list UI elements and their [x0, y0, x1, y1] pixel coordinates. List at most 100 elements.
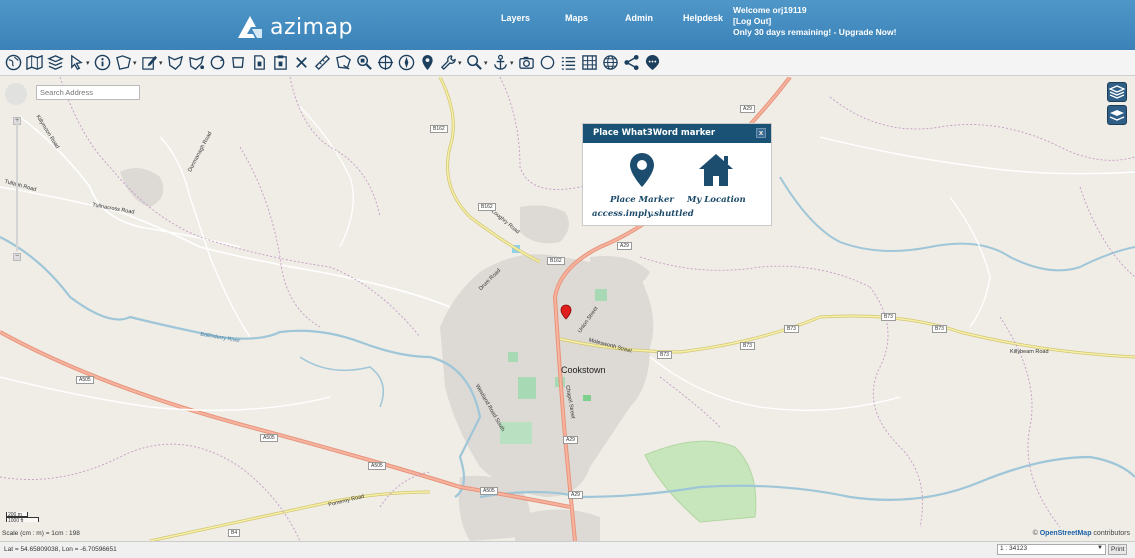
pointer-dropdown-icon[interactable]: ▾ [86, 59, 90, 67]
wrench-icon[interactable] [439, 54, 457, 72]
map-attribution: © OpenStreetMap contributors [1033, 530, 1130, 537]
road-shield: A29 [617, 242, 632, 250]
w3w-address: access.imply.shuttled [592, 209, 694, 219]
chevron-down-icon: ▼ [1097, 545, 1103, 551]
close-icon: x [758, 129, 764, 137]
road-shield: B162 [430, 125, 448, 133]
zoom-control: + − [5, 83, 27, 261]
nav-helpdesk[interactable]: Helpdesk [683, 13, 723, 23]
my-location-label: My Location [687, 195, 746, 205]
coordinates-readout: Lat = 54.65809038, Lon = -6.70596651 [4, 546, 117, 553]
nav-admin[interactable]: Admin [625, 13, 653, 23]
page-icon[interactable] [250, 54, 268, 72]
edit-dropdown-icon[interactable]: ▾ [159, 59, 163, 67]
select-dropdown-icon[interactable]: ▾ [133, 59, 137, 67]
nav-layers[interactable]: Layers [501, 13, 530, 23]
app-header: azimap Layers Maps Admin Helpdesk Welcom… [0, 0, 1135, 50]
scale-select[interactable]: 1 : 34123 ▼ [997, 544, 1106, 555]
attribution-prefix: © [1032, 530, 1038, 537]
my-location-button[interactable]: My Location [687, 152, 746, 205]
zoom-area-icon[interactable] [355, 54, 373, 72]
delete-icon[interactable] [292, 54, 310, 72]
share-icon[interactable] [622, 54, 640, 72]
road-shield: B73 [740, 342, 755, 350]
draw-polygon-icon[interactable] [166, 54, 184, 72]
road-shield: B73 [932, 325, 947, 333]
scale-select-value: 1 : 34123 [1000, 545, 1028, 552]
nav-maps[interactable]: Maps [565, 13, 588, 23]
layers-icon [1109, 85, 1125, 99]
attribution-suffix: contributors [1093, 530, 1130, 537]
crosshair-icon[interactable] [376, 54, 394, 72]
logo-text: azimap [270, 14, 354, 40]
place-marker-label: Place Marker [610, 195, 674, 205]
welcome-text: Welcome orj19119 [733, 5, 807, 15]
legend-list-icon[interactable] [559, 54, 577, 72]
magnify-dropdown-icon[interactable]: ▾ [484, 59, 488, 67]
draw-shape-icon[interactable] [187, 54, 205, 72]
openstreetmap-link[interactable]: OpenStreetMap [1040, 530, 1092, 537]
place-marker-button[interactable]: Place Marker [610, 152, 674, 205]
measure-icon[interactable] [313, 54, 331, 72]
home-icon [699, 154, 734, 186]
map-canvas[interactable]: Cookstown Killymoon Road Tullagh Road Tu… [0, 77, 1135, 541]
popup-header: Place What3Word marker x [583, 124, 771, 143]
zoom-slider[interactable] [16, 123, 18, 251]
select-polygon-icon[interactable] [114, 54, 132, 72]
web-icon[interactable] [601, 54, 619, 72]
compass-icon[interactable] [397, 54, 415, 72]
table-icon[interactable] [580, 54, 598, 72]
layers-stack-icon[interactable] [46, 54, 64, 72]
layer-buttons [1107, 82, 1127, 128]
shape-icon[interactable] [229, 54, 247, 72]
marker-icon[interactable] [418, 54, 436, 72]
logo-mark-icon [238, 16, 262, 38]
upgrade-link[interactable]: Only 30 days remaining! - Upgrade Now! [733, 27, 896, 38]
road-shield: A29 [568, 491, 583, 499]
popup-title: Place What3Word marker [593, 128, 716, 138]
road-shield: B162 [478, 203, 496, 211]
road-shield: A505 [480, 487, 498, 495]
road-shield: B73 [784, 325, 799, 333]
map-pin-icon [629, 153, 654, 187]
circle-icon[interactable] [538, 54, 556, 72]
w3w-popup: Place What3Word marker x Place Marker My… [582, 123, 772, 226]
road-shield: B73 [881, 313, 896, 321]
scale-bar-imperial: 1000 ft [6, 517, 39, 524]
rotate-icon[interactable] [208, 54, 226, 72]
zoom-out-button[interactable]: − [13, 253, 21, 261]
pointer-icon[interactable] [67, 54, 85, 72]
layers-toggle-button[interactable] [1107, 82, 1127, 102]
logout-link[interactable]: [Log Out] [733, 16, 896, 27]
popup-close-button[interactable]: x [756, 128, 766, 138]
search-address-input[interactable] [36, 85, 140, 100]
edit-icon[interactable] [140, 54, 158, 72]
road-shield: B4 [228, 529, 241, 537]
road-shield: A29 [563, 436, 578, 444]
status-bar: Lat = 54.65809038, Lon = -6.70596651 1 :… [0, 541, 1135, 558]
print-button[interactable]: Print [1108, 544, 1128, 555]
map-toolbar: ▾ ▾ ▾ ▾ ▾ ▾ [0, 50, 1135, 76]
base-map [0, 77, 1135, 541]
map-label-road: Killybeam Road [1010, 349, 1049, 355]
azimap-logo[interactable]: azimap [238, 14, 353, 40]
anchor-icon[interactable] [491, 54, 509, 72]
what3words-icon[interactable] [643, 54, 661, 72]
wrench-dropdown-icon[interactable]: ▾ [458, 59, 462, 67]
globe-icon[interactable] [4, 54, 22, 72]
clipboard-icon[interactable] [271, 54, 289, 72]
area-measure-icon[interactable] [334, 54, 352, 72]
world-map-icon[interactable] [25, 54, 43, 72]
road-shield: A505 [368, 462, 386, 470]
info-icon[interactable] [93, 54, 111, 72]
road-shield: B73 [657, 351, 672, 359]
road-shield: A505 [76, 376, 94, 384]
scale-bar: 200 m 1000 ft [6, 512, 39, 524]
anchor-dropdown-icon[interactable]: ▾ [510, 59, 514, 67]
camera-icon[interactable] [517, 54, 535, 72]
magnify-icon[interactable] [465, 54, 483, 72]
pan-control[interactable] [5, 83, 27, 105]
base-layers-button[interactable] [1107, 105, 1127, 125]
road-shield: A505 [260, 434, 278, 442]
road-shield: A29 [740, 105, 755, 113]
